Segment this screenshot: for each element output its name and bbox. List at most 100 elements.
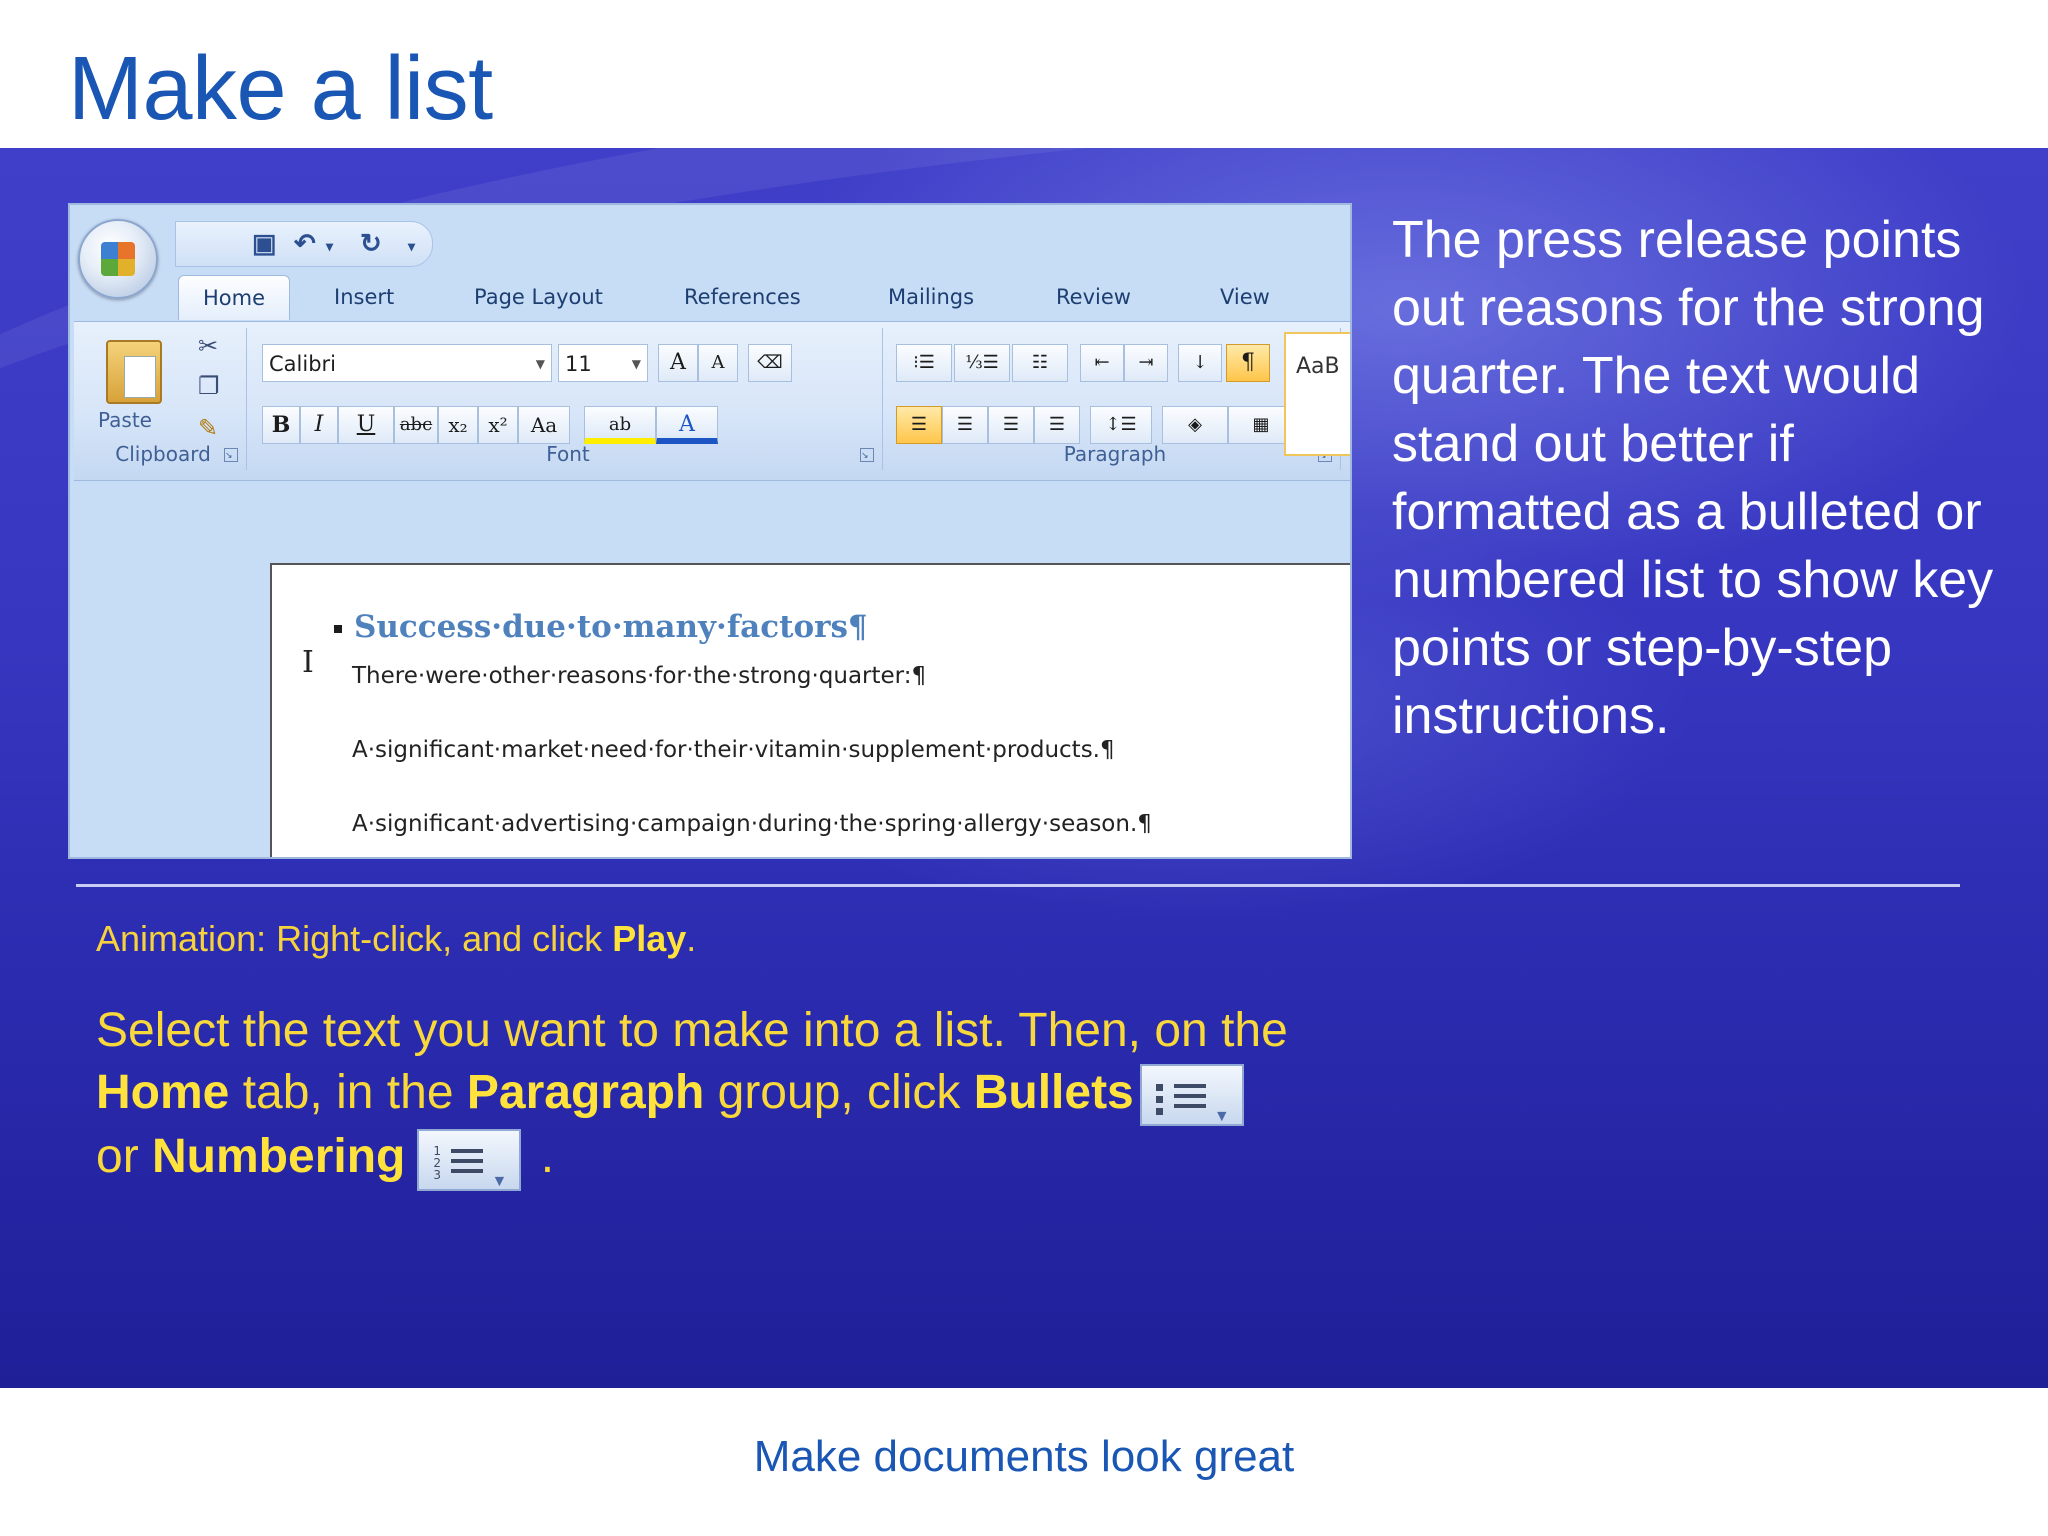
- font-group-label: Font: [546, 442, 590, 466]
- multilevel-list-button[interactable]: ☷: [1012, 344, 1068, 382]
- shading-button[interactable]: ◈: [1162, 406, 1228, 444]
- numbering-icon: 1 2 3 ▼: [417, 1128, 522, 1191]
- copy-icon[interactable]: ❐: [198, 372, 220, 401]
- number-lines: 123: [433, 1143, 484, 1181]
- tab-mailings[interactable]: Mailings: [888, 285, 974, 309]
- change-case-button[interactable]: Aa: [518, 406, 570, 444]
- font-name-box[interactable]: Calibri ▼: [262, 344, 552, 382]
- doc-line: There·were·other·reasons·for·the·strong·…: [352, 663, 927, 689]
- font-name-value: Calibri: [269, 352, 336, 376]
- content-panel: ▣ ↶ ▾ ↻ ▾ Home Insert Page Layout Refere…: [0, 148, 2048, 1388]
- sort-button[interactable]: ↓: [1178, 344, 1222, 382]
- doc-heading-text: Success·due·to·many·factors¶: [354, 609, 868, 645]
- paragraph-group-label: Paragraph: [1063, 442, 1167, 466]
- clipboard-group: Paste ✂ ❐ ✎ Clipboard ↘: [80, 328, 247, 470]
- instr-part: group, click: [704, 1066, 974, 1119]
- format-painter-icon[interactable]: ✎: [198, 414, 218, 443]
- shrink-font-button[interactable]: A: [698, 344, 738, 382]
- clipboard-group-label: Clipboard: [115, 442, 211, 466]
- instruction-text: Select the text you want to make into a …: [96, 1000, 1496, 1191]
- instr-part: tab, in the: [229, 1066, 467, 1119]
- instr-part: .: [527, 1130, 555, 1184]
- tab-view[interactable]: View: [1220, 285, 1270, 309]
- paste-icon[interactable]: [106, 340, 162, 404]
- tab-insert[interactable]: Insert: [334, 285, 394, 309]
- numbering-button[interactable]: ⅓☰: [954, 344, 1010, 382]
- align-left-button[interactable]: ☰: [896, 406, 942, 444]
- justify-button[interactable]: ☰: [1034, 406, 1080, 444]
- strikethrough-button[interactable]: abc: [394, 406, 438, 444]
- instr-bullets: Bullets: [973, 1066, 1134, 1119]
- save-icon[interactable]: ▣: [252, 228, 277, 259]
- align-right-button[interactable]: ☰: [988, 406, 1034, 444]
- font-launcher-icon[interactable]: ↘: [860, 448, 874, 462]
- undo-icon[interactable]: ↶: [294, 228, 316, 259]
- line: [1173, 1084, 1206, 1089]
- doc-line: A·significant·advertising·campaign·durin…: [352, 811, 1152, 837]
- chevron-down-icon: ▼: [631, 357, 641, 371]
- tab-references[interactable]: References: [684, 285, 801, 309]
- show-formatting-button[interactable]: ¶: [1226, 344, 1270, 382]
- line: [1173, 1104, 1206, 1109]
- tab-page-layout[interactable]: Page Layout: [474, 285, 603, 309]
- line: [451, 1148, 484, 1153]
- animation-note: Animation: Right-click, and click Play.: [96, 918, 696, 960]
- increase-indent-button[interactable]: ⇥: [1124, 344, 1168, 382]
- bullet-dot: [1155, 1084, 1163, 1092]
- number-glyph: 1: [433, 1143, 441, 1158]
- line-spacing-button[interactable]: ↕☰: [1090, 406, 1152, 444]
- undo-dropdown-icon[interactable]: ▾: [326, 238, 333, 255]
- italic-button[interactable]: I: [300, 406, 338, 444]
- bullet-icon: [334, 624, 342, 633]
- decrease-indent-button[interactable]: ⇤: [1080, 344, 1124, 382]
- style-preview: AaB: [1296, 354, 1340, 379]
- line: [1173, 1094, 1206, 1099]
- clipboard-launcher-icon[interactable]: ↘: [224, 448, 238, 462]
- chevron-down-icon: ▼: [491, 1172, 508, 1190]
- text-cursor-icon: I: [302, 645, 314, 680]
- line: [451, 1158, 484, 1163]
- chevron-down-icon: ▼: [1213, 1108, 1230, 1126]
- document-page[interactable]: I Success·due·to·many·factors¶ There·wer…: [270, 563, 1350, 857]
- underline-button[interactable]: U: [338, 406, 394, 444]
- animation-note-text: Animation: Right-click, and click: [96, 918, 613, 959]
- clear-formatting-button[interactable]: ⌫: [748, 344, 792, 382]
- highlight-color-button[interactable]: ab: [584, 406, 656, 444]
- slide-title: Make a list: [68, 39, 493, 139]
- instr-numbering: Numbering: [152, 1130, 406, 1184]
- animation-note-end: .: [686, 918, 697, 959]
- play-label: Play: [612, 918, 687, 959]
- redo-icon[interactable]: ↻: [360, 228, 382, 259]
- tab-review[interactable]: Review: [1056, 285, 1131, 309]
- tab-home[interactable]: Home: [178, 275, 291, 320]
- instr-part: or: [96, 1130, 153, 1184]
- slide-footer: Make documents look great: [753, 1432, 1295, 1481]
- subscript-button[interactable]: x₂: [438, 406, 478, 444]
- font-size-box[interactable]: 11 ▼: [558, 344, 648, 382]
- divider: [76, 884, 1960, 887]
- quick-styles-gallery[interactable]: AaB: [1284, 332, 1350, 456]
- bullets-icon: ▼: [1139, 1064, 1244, 1127]
- ribbon: Paste ✂ ❐ ✎ Clipboard ↘ Calibri ▼ 11 ▼ A A…: [74, 321, 1350, 481]
- explanation-text: The press release points out reasons for…: [1392, 211, 1994, 745]
- bold-button[interactable]: B: [262, 406, 300, 444]
- center-button[interactable]: ☰: [942, 406, 988, 444]
- bullet-dot: [1155, 1108, 1163, 1116]
- paragraph-group: ⁝☰ ⅓☰ ☷ ⇤ ⇥ ↓ ¶ ☰ ☰ ☰ ☰ ↕☰ ◈ ▦ Paragraph…: [890, 328, 1341, 470]
- chevron-down-icon: ▼: [535, 357, 545, 371]
- quick-access-toolbar: ▣ ↶ ▾ ↻ ▾: [175, 221, 433, 267]
- bullets-button[interactable]: ⁝☰: [896, 344, 952, 382]
- instr-paragraph: Paragraph: [466, 1066, 705, 1119]
- instr-home: Home: [96, 1066, 230, 1119]
- word-screenshot: ▣ ↶ ▾ ↻ ▾ Home Insert Page Layout Refere…: [68, 203, 1352, 859]
- instr-part: Select the text you want to make into a …: [96, 1004, 1288, 1057]
- grow-font-button[interactable]: A: [658, 344, 698, 382]
- cut-icon[interactable]: ✂: [198, 332, 218, 361]
- superscript-button[interactable]: x²: [478, 406, 518, 444]
- font-size-value: 11: [565, 352, 592, 376]
- font-group: Calibri ▼ 11 ▼ A A ⌫ B I U abc x₂ x² Aa ab…: [254, 328, 883, 470]
- font-color-button[interactable]: A: [656, 406, 718, 444]
- bullet-lines: [1155, 1078, 1206, 1116]
- customize-qat-icon[interactable]: ▾: [408, 238, 415, 255]
- paste-label[interactable]: Paste: [98, 408, 152, 432]
